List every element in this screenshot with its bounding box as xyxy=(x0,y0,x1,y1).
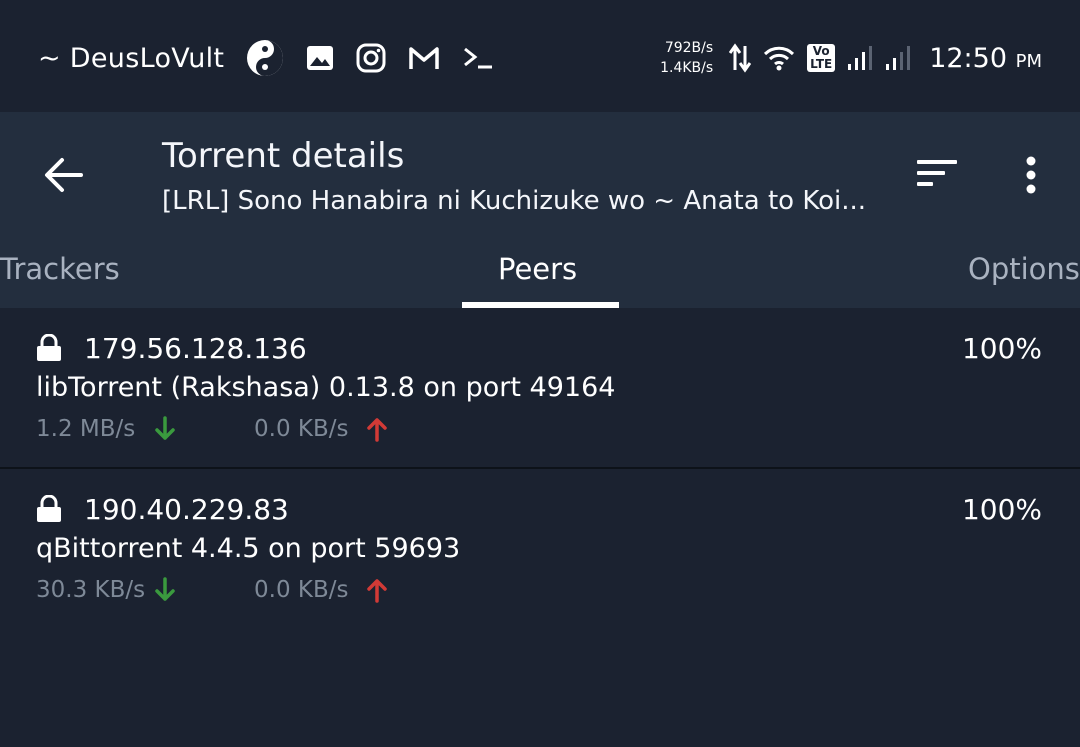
back-button[interactable] xyxy=(38,150,88,200)
page-title: Torrent details xyxy=(162,136,405,176)
peer-list: 179.56.128.136 100% libTorrent (Rakshasa… xyxy=(0,308,1080,628)
data-transfer-icon xyxy=(729,42,752,74)
peer-progress: 100% xyxy=(961,332,1042,365)
peer-speeds: 30.3 KB/s 0.0 KB/s xyxy=(36,575,388,605)
peer-download-speed: 1.2 MB/s xyxy=(36,416,136,442)
status-right-group: 792B/s 1.4KB/s Vo LTE 12:50 PM xyxy=(660,36,1042,80)
peer-item[interactable]: 179.56.128.136 100% libTorrent (Rakshasa… xyxy=(0,308,1080,469)
download-arrow-icon xyxy=(154,416,176,442)
volte-top-label: Vo xyxy=(812,44,830,58)
peer-client: libTorrent (Rakshasa) 0.13.8 on port 491… xyxy=(36,372,616,403)
peer-ip: 190.40.229.83 xyxy=(84,493,289,526)
status-username: ~ DeusLoVult xyxy=(38,42,225,74)
signal-icon-sim2 xyxy=(885,44,911,72)
sort-icon xyxy=(917,160,957,186)
lock-icon xyxy=(36,333,62,366)
volte-badge: Vo LTE xyxy=(807,44,836,72)
peer-upload-speed: 0.0 KB/s xyxy=(254,577,349,603)
volte-bottom-label: LTE xyxy=(810,57,833,71)
clock-ampm: PM xyxy=(1015,50,1042,72)
gallery-icon xyxy=(306,45,334,71)
peer-item[interactable]: 190.40.229.83 100% qBittorrent 4.4.5 on … xyxy=(0,469,1080,628)
peer-download-speed: 30.3 KB/s xyxy=(36,577,146,603)
torrent-name-subtitle: [LRL] Sono Hanabira ni Kuchizuke wo ~ An… xyxy=(162,186,866,216)
instagram-icon xyxy=(356,43,386,73)
sort-button[interactable] xyxy=(912,154,962,194)
lock-icon xyxy=(36,494,62,527)
status-bar: ~ DeusLoVult 792B/s 1.4KB/s Vo LTE 12:50… xyxy=(0,0,1080,112)
tab-trackers[interactable]: Trackers xyxy=(0,252,120,286)
upload-arrow-icon xyxy=(366,577,388,603)
network-upload-speed: 792B/s xyxy=(664,40,714,56)
back-arrow-icon xyxy=(45,158,83,192)
peer-upload-speed: 0.0 KB/s xyxy=(254,416,349,442)
upload-arrow-icon xyxy=(366,416,388,442)
more-options-button[interactable] xyxy=(1006,150,1056,200)
network-speed: 792B/s 1.4KB/s xyxy=(660,38,713,78)
terminal-icon xyxy=(462,46,494,70)
more-vertical-icon xyxy=(1026,156,1036,194)
peer-speeds: 1.2 MB/s 0.0 KB/s xyxy=(36,414,388,444)
tab-options[interactable]: Options xyxy=(968,252,1080,286)
clock: 12:50 PM xyxy=(929,43,1042,74)
network-download-speed: 1.4KB/s xyxy=(660,60,714,76)
gmail-icon xyxy=(408,45,440,71)
peer-progress: 100% xyxy=(961,493,1042,526)
clock-time: 12:50 xyxy=(929,42,1008,74)
wifi-icon xyxy=(763,45,795,71)
status-left-group: ~ DeusLoVult xyxy=(38,38,494,78)
peer-ip: 179.56.128.136 xyxy=(84,332,307,365)
download-arrow-icon xyxy=(154,577,176,603)
tab-peers[interactable]: Peers xyxy=(498,252,577,286)
peer-client: qBittorrent 4.4.5 on port 59693 xyxy=(36,533,461,564)
yin-yang-icon xyxy=(246,39,284,77)
signal-icon-sim1 xyxy=(847,44,873,72)
